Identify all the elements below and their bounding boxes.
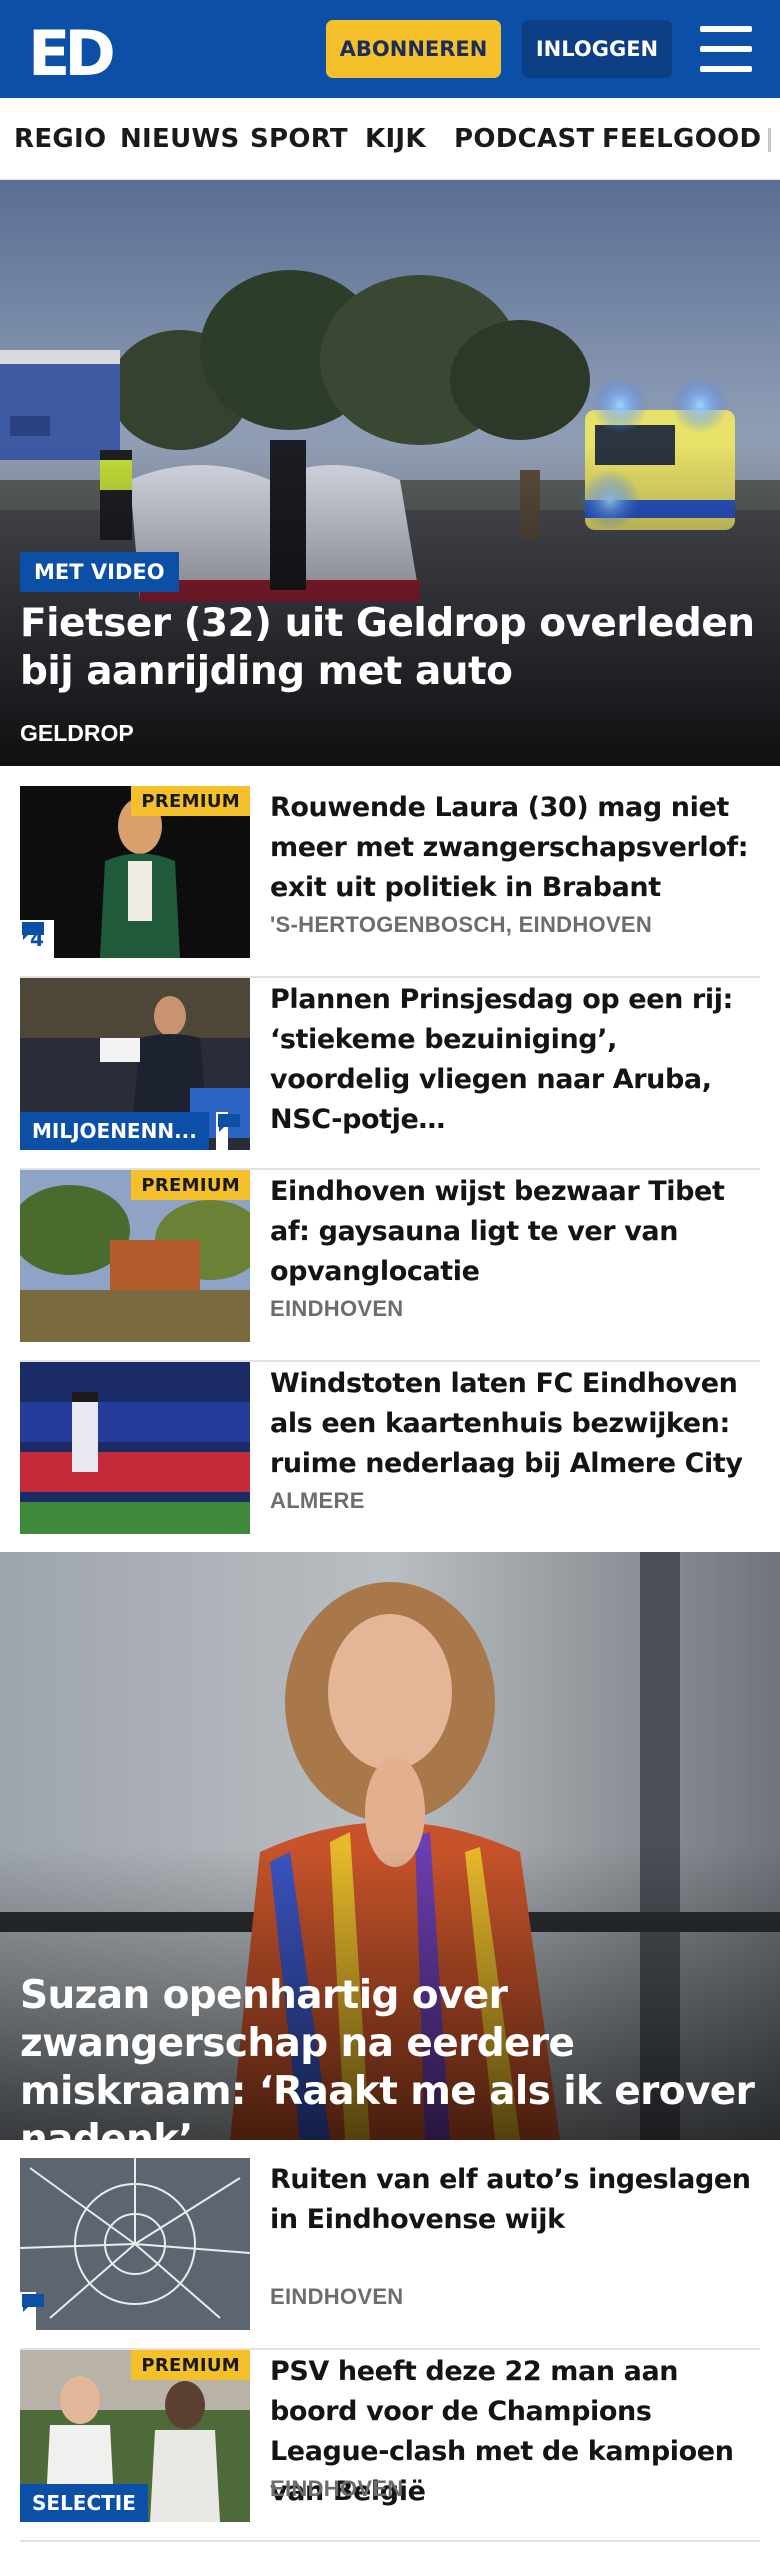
comment-bubble-icon: [22, 922, 44, 940]
premium-badge: PREMIUM: [131, 1170, 250, 1200]
article-location: EINDHOVEN: [270, 1296, 404, 1321]
comment-button[interactable]: [20, 2292, 44, 2330]
svg-text:ED: ED: [28, 20, 113, 78]
article-item[interactable]: Ruiten van elf auto’s ingeslagen in Eind…: [20, 2158, 760, 2350]
feature-headline[interactable]: Suzan openhartig over zwangerschap na ee…: [20, 1972, 765, 2140]
ed-logo[interactable]: ED: [28, 17, 119, 90]
topic-tag[interactable]: SELECTIE: [20, 2484, 148, 2522]
comment-count[interactable]: 4: [20, 920, 54, 958]
login-button[interactable]: INLOGGEN: [522, 20, 672, 78]
article-location: 'S-HERTOGENBOSCH, EINDHOVEN: [270, 912, 653, 937]
section-nav: REGIO NIEUWS SPORT KIJK PODCAST FEELGOOD: [0, 98, 780, 180]
video-badge: MET VIDEO: [20, 552, 179, 592]
article-thumbnail: [20, 1362, 250, 1534]
nav-item-sport[interactable]: SPORT: [250, 124, 348, 154]
nav-item-kijk[interactable]: KIJK: [365, 124, 426, 154]
article-thumbnail: [20, 2158, 250, 2330]
premium-badge: PREMIUM: [131, 2350, 250, 2380]
feature-article[interactable]: Suzan openhartig over zwangerschap na ee…: [0, 1552, 780, 2140]
hero-location: GELDROP: [20, 720, 134, 746]
hero-headline[interactable]: Fietser (32) uit Geldrop overleden bij a…: [20, 600, 760, 696]
article-location: ALMERE: [270, 1488, 365, 1513]
article-item[interactable]: PREMIUM SELECTIE PSV heeft deze 22 man a…: [20, 2350, 760, 2542]
article-item[interactable]: MILJOENENN... Plannen Prinsjesdag op een…: [20, 978, 760, 1170]
nav-item-regio[interactable]: REGIO: [14, 124, 106, 154]
article-thumbnail: PREMIUM SELECTIE: [20, 2350, 250, 2522]
article-title[interactable]: Ruiten van elf auto’s ingeslagen in Eind…: [270, 2160, 760, 2240]
subscribe-button[interactable]: ABONNEREN: [326, 20, 501, 78]
topic-tag[interactable]: MILJOENENN...: [20, 1112, 209, 1150]
hamburger-icon[interactable]: [700, 26, 752, 72]
comment-button[interactable]: [216, 1112, 240, 1150]
article-title[interactable]: Plannen Prinsjesdag op een rij: ‘stiekem…: [270, 980, 760, 1140]
comment-bubble-icon: [218, 1114, 240, 1132]
article-title[interactable]: Eindhoven wijst bezwaar Tibet af: gaysau…: [270, 1172, 760, 1292]
comment-bubble-icon: [22, 2294, 44, 2312]
article-item[interactable]: Windstoten laten FC Eindhoven als een ka…: [20, 1362, 760, 1554]
article-item[interactable]: PREMIUM Eindhoven wijst bezwaar Tibet af…: [20, 1170, 760, 1362]
article-location: EINDHOVEN: [270, 2284, 404, 2309]
site-header: ED ABONNEREN INLOGGEN: [0, 0, 780, 98]
hero-article[interactable]: MET VIDEO Fietser (32) uit Geldrop overl…: [0, 180, 780, 766]
nav-item-feelgood[interactable]: FEELGOOD: [602, 124, 761, 154]
nav-overflow-edge: [768, 128, 771, 152]
article-item[interactable]: PREMIUM 4 Rouwende Laura (30) mag niet m…: [20, 786, 760, 978]
premium-badge: PREMIUM: [131, 786, 250, 816]
article-thumbnail: PREMIUM: [20, 1170, 250, 1342]
nav-item-podcast[interactable]: PODCAST: [454, 124, 595, 154]
article-title[interactable]: Windstoten laten FC Eindhoven als een ka…: [270, 1364, 760, 1484]
article-title[interactable]: Rouwende Laura (30) mag niet meer met zw…: [270, 788, 760, 908]
article-thumbnail: PREMIUM 4: [20, 786, 250, 958]
nav-item-nieuws[interactable]: NIEUWS: [120, 124, 240, 154]
article-thumbnail: MILJOENENN...: [20, 978, 250, 1150]
article-location: EINDHOVEN: [270, 2476, 404, 2501]
